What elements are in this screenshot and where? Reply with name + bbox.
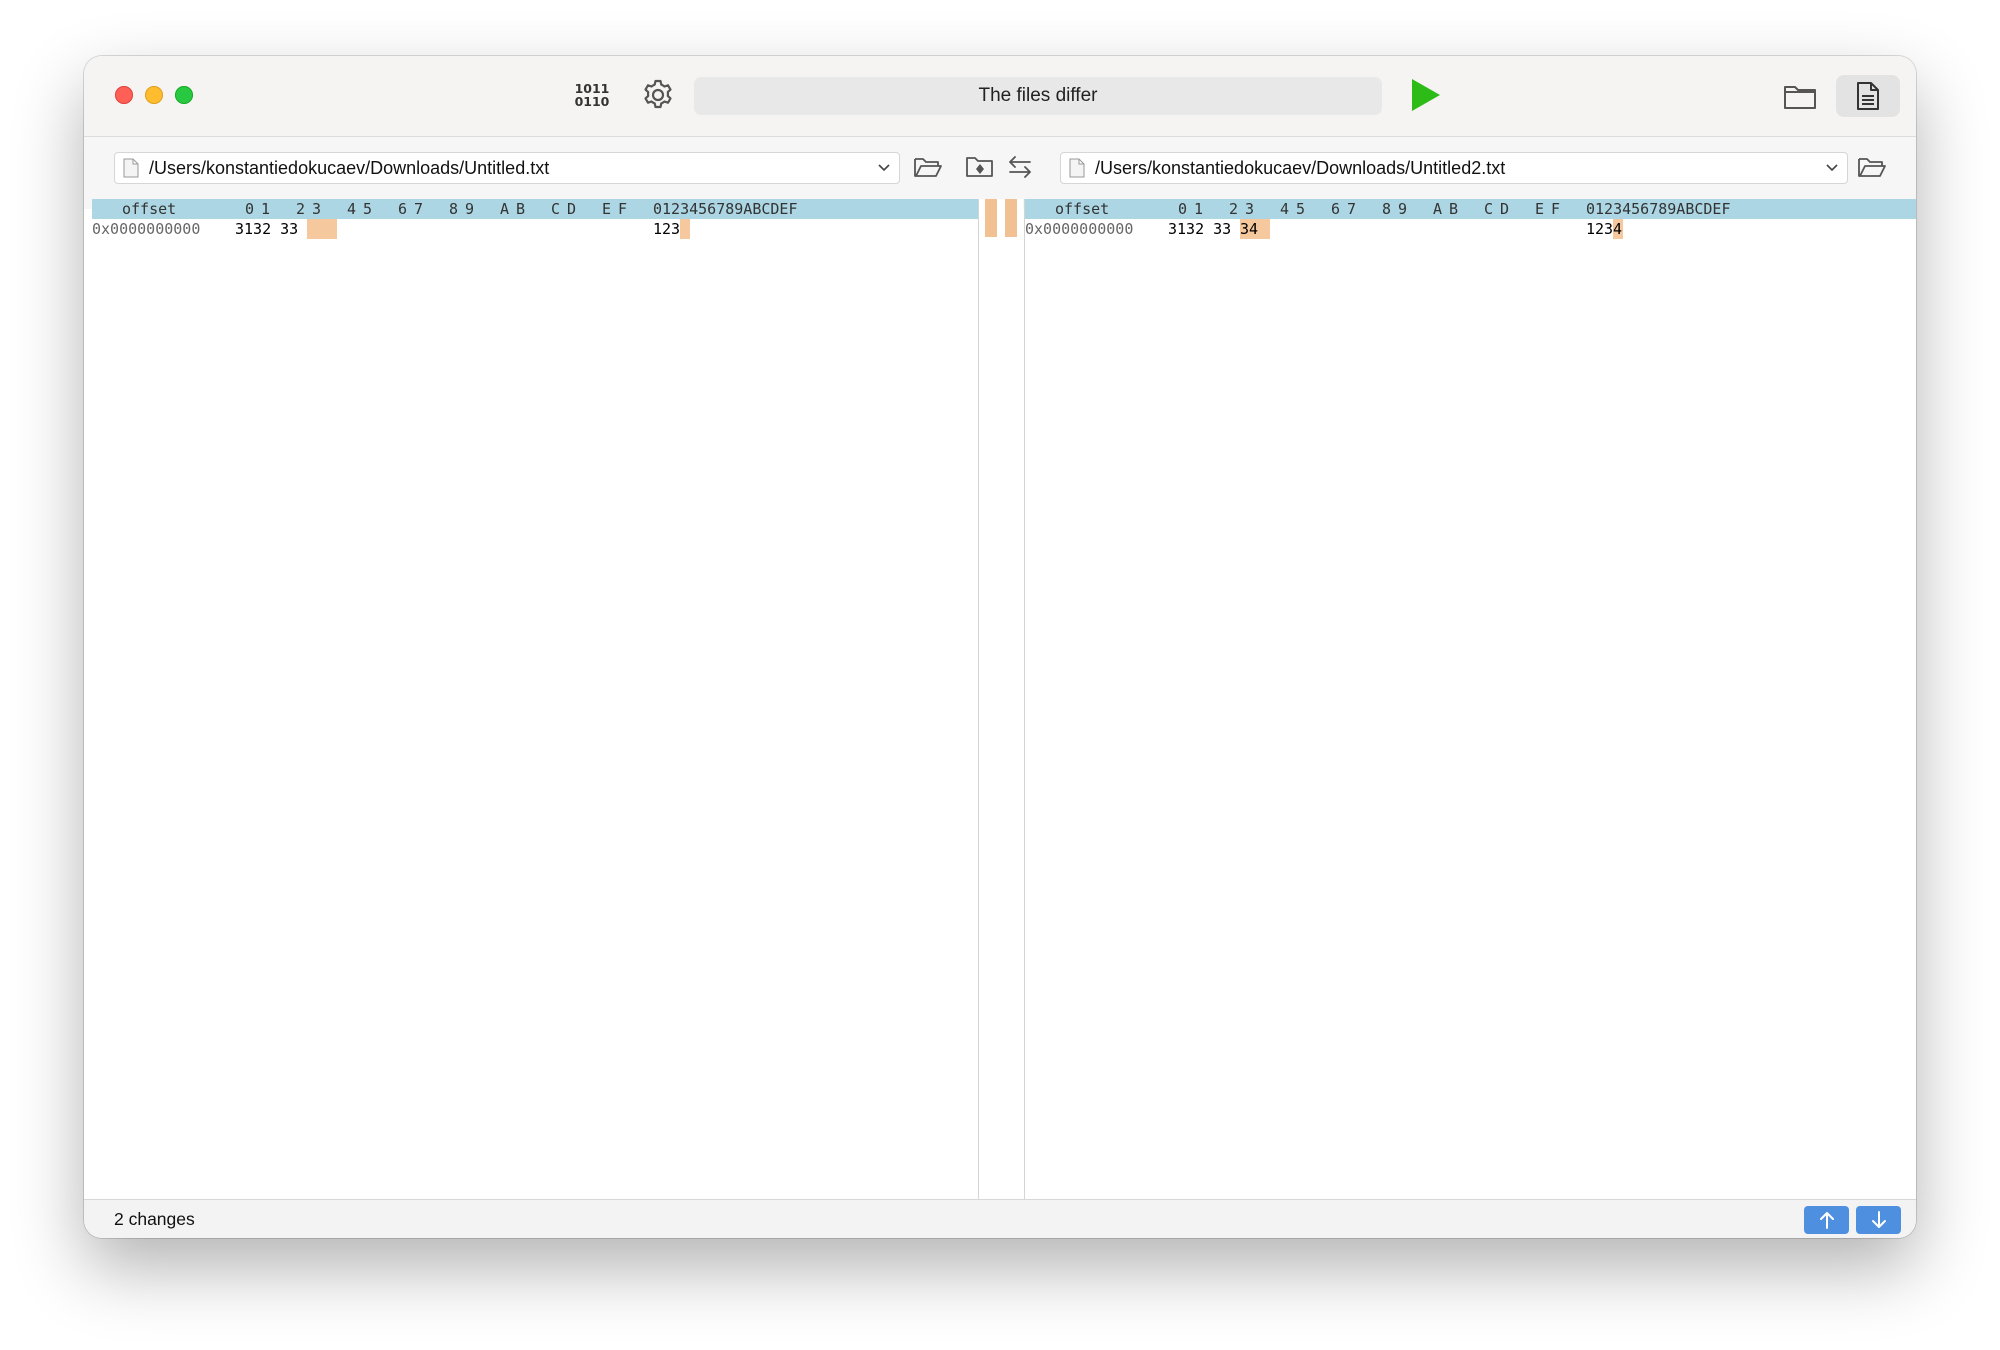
ascii-diff-highlight: 4	[1613, 219, 1623, 239]
binary-icon-line-2: 0110	[574, 94, 610, 109]
header-col-e: E	[602, 200, 612, 218]
header-col-c: C	[551, 200, 561, 218]
app-window: 1011 0110 The files differ /Users/konsta…	[84, 56, 1916, 1238]
changes-count: 2 changes	[114, 1209, 195, 1229]
run-icon[interactable]	[1404, 75, 1444, 115]
header-col-e: E	[1535, 200, 1545, 218]
header-col-c: C	[1484, 200, 1494, 218]
hex-row[interactable]: 0x0000000000 3132 33 123	[92, 219, 978, 239]
byte-diff-highlight	[307, 219, 337, 239]
header-offset: offset	[1055, 200, 1110, 218]
open-folder-icon[interactable]	[1856, 152, 1888, 182]
right-path-text: /Users/konstantiedokucaev/Downloads/Unti…	[1095, 158, 1506, 178]
header-col-f: F	[618, 200, 628, 218]
header-ascii: 0123456789ABCDEF	[1586, 200, 1731, 218]
diff-gutter	[979, 199, 1023, 1199]
right-path-field[interactable]: /Users/konstantiedokucaev/Downloads/Unti…	[1060, 152, 1848, 184]
status-display: The files differ	[694, 77, 1382, 115]
chevron-down-icon[interactable]	[1825, 162, 1839, 174]
header-col-a: A	[1433, 200, 1443, 218]
folder-icon[interactable]	[1782, 78, 1818, 114]
header-col-8: 8	[449, 200, 459, 218]
close-window-button[interactable]	[115, 86, 133, 104]
hex-header: offset 0 1 2 3 4 5 6 7 8 9 A B C D E F 0…	[1025, 199, 1916, 219]
header-col-d: D	[1500, 200, 1510, 218]
arrow-up-icon	[1820, 1212, 1834, 1229]
left-hex-view[interactable]: offset 0 1 2 3 4 5 6 7 8 9 A B C D E F 0…	[92, 199, 979, 1199]
header-col-a: A	[500, 200, 510, 218]
header-offset: offset	[122, 200, 177, 218]
gutter-change-marker-left	[985, 199, 997, 237]
header-col-9: 9	[465, 200, 475, 218]
header-col-2: 2	[1229, 200, 1239, 218]
header-col-f: F	[1551, 200, 1561, 218]
header-col-2: 2	[296, 200, 306, 218]
folder-compare-icon[interactable]	[964, 152, 996, 182]
row-ascii: 123	[653, 220, 681, 238]
header-col-9: 9	[1398, 200, 1408, 218]
header-col-6: 6	[398, 200, 408, 218]
header-col-6: 6	[1331, 200, 1341, 218]
right-hex-view[interactable]: offset 0 1 2 3 4 5 6 7 8 9 A B C D E F 0…	[1024, 199, 1916, 1199]
status-footer: 2 changes	[84, 1199, 1916, 1238]
left-path-field[interactable]: /Users/konstantiedokucaev/Downloads/Unti…	[114, 152, 900, 184]
header-col-5: 5	[1296, 200, 1306, 218]
header-col-3: 3	[312, 200, 322, 218]
header-col-5: 5	[363, 200, 373, 218]
swap-icon[interactable]	[1004, 152, 1036, 182]
hex-header: offset 0 1 2 3 4 5 6 7 8 9 A B C D E F 0…	[92, 199, 978, 219]
byte-diff-highlight: 34	[1240, 219, 1270, 239]
header-col-4: 4	[347, 200, 357, 218]
chevron-down-icon[interactable]	[877, 162, 891, 174]
arrow-down-icon	[1872, 1211, 1886, 1228]
header-col-0: 0	[1178, 200, 1188, 218]
header-col-7: 7	[414, 200, 424, 218]
row-ascii: 123	[1586, 220, 1614, 238]
header-col-3: 3	[1245, 200, 1255, 218]
header-col-7: 7	[1347, 200, 1357, 218]
next-change-button[interactable]	[1856, 1206, 1901, 1234]
gutter-change-marker-right	[1005, 199, 1017, 237]
header-col-8: 8	[1382, 200, 1392, 218]
file-mode-button[interactable]	[1836, 75, 1900, 117]
header-ascii: 0123456789ABCDEF	[653, 200, 798, 218]
header-col-1: 1	[1194, 200, 1204, 218]
header-col-d: D	[567, 200, 577, 218]
header-col-b: B	[1449, 200, 1459, 218]
ascii-diff-highlight	[680, 219, 690, 239]
hex-row[interactable]: 0x0000000000 3132 33 34 123 4	[1025, 219, 1916, 239]
header-col-0: 0	[245, 200, 255, 218]
toolbar: 1011 0110 The files differ	[84, 56, 1916, 137]
left-path-text: /Users/konstantiedokucaev/Downloads/Unti…	[149, 158, 550, 178]
file-icon	[123, 158, 139, 178]
minimize-window-button[interactable]	[145, 86, 163, 104]
gear-icon[interactable]	[640, 77, 676, 113]
row-offset: 0x0000000000	[1025, 220, 1134, 238]
open-folder-icon[interactable]	[912, 152, 944, 182]
file-icon	[1069, 158, 1085, 178]
previous-change-button[interactable]	[1804, 1206, 1849, 1234]
header-col-4: 4	[1280, 200, 1290, 218]
row-bytes: 3132 33	[235, 220, 299, 238]
row-bytes: 3132 33	[1168, 220, 1232, 238]
zoom-window-button[interactable]	[175, 86, 193, 104]
row-offset: 0x0000000000	[92, 220, 201, 238]
document-icon	[1857, 82, 1879, 110]
binary-icon[interactable]: 1011 0110	[572, 82, 612, 112]
header-col-b: B	[516, 200, 526, 218]
header-col-1: 1	[261, 200, 271, 218]
